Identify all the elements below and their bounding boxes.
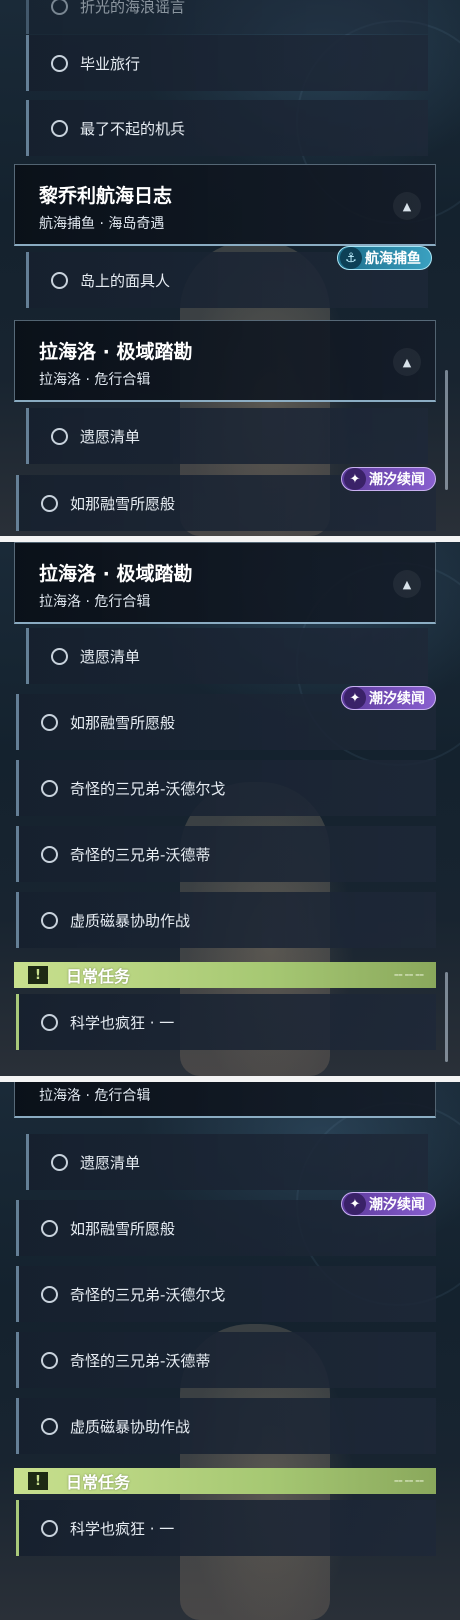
quest-item-label: 遗愿清单 xyxy=(80,647,141,666)
circle-icon xyxy=(51,271,68,289)
exclamation-icon: ! xyxy=(28,966,48,984)
quest-item[interactable]: 遗愿清单 xyxy=(26,628,428,684)
quest-group-subtitle: 拉海洛 · 危行合辑 xyxy=(39,1088,151,1104)
circle-icon xyxy=(41,1013,58,1031)
tide-badge: ✦ 潮汐续闻 xyxy=(341,1192,436,1216)
daily-quest-header[interactable]: ! 日常任务 ━━ ━━ ━━ xyxy=(14,962,436,988)
decorative-tag: ━━ ━━ ━━ xyxy=(394,971,424,979)
circle-icon xyxy=(51,427,68,445)
quest-item-label: 遗愿清单 xyxy=(80,427,141,446)
quest-group-header[interactable]: 拉海洛 · 极域踏勘 拉海洛 · 危行合辑 ▲ xyxy=(14,320,436,402)
quest-item[interactable]: 遗愿清单 xyxy=(26,1134,428,1190)
daily-quest-header[interactable]: ! 日常任务 ━━ ━━ ━━ xyxy=(14,1468,436,1494)
circle-icon xyxy=(51,54,68,72)
decorative-tag: ━━ ━━ ━━ xyxy=(394,1477,424,1485)
daily-quest-title: 日常任务 xyxy=(66,967,131,986)
scrollbar[interactable] xyxy=(445,370,448,490)
quest-group-title: 拉海洛 · 极域踏勘 xyxy=(39,563,193,585)
quest-group-header[interactable]: 拉海洛 · 极域踏勘 拉海洛 · 危行合辑 ▲ xyxy=(14,542,436,624)
circle-icon xyxy=(41,1417,58,1435)
quest-item[interactable]: 虚质磁暴协助作战 xyxy=(16,1398,436,1454)
tide-badge-label: 潮汐续闻 xyxy=(369,472,425,488)
scrollbar[interactable] xyxy=(445,972,448,1062)
quest-group-subtitle: 拉海洛 · 危行合辑 xyxy=(39,594,151,610)
quest-item-label: 虚质磁暴协助作战 xyxy=(70,1417,191,1436)
circle-icon xyxy=(51,119,68,137)
quest-item-label: 奇怪的三兄弟-沃德尔戈 xyxy=(70,779,226,798)
quest-item[interactable]: 毕业旅行 xyxy=(26,35,428,91)
quest-item-label: 如那融雪所愿般 xyxy=(70,494,176,513)
quest-item[interactable]: 奇怪的三兄弟-沃德尔戈 xyxy=(16,1266,436,1322)
quest-item-label: 虚质磁暴协助作战 xyxy=(70,911,191,930)
quest-item[interactable]: 最了不起的机兵 xyxy=(26,100,428,156)
circle-icon xyxy=(41,845,58,863)
quest-group-subtitle: 拉海洛 · 危行合辑 xyxy=(39,372,151,388)
quest-item[interactable]: 遗愿清单 xyxy=(26,408,428,464)
quest-group-header[interactable]: 拉海洛 · 危行合辑 ▲ xyxy=(14,1082,436,1118)
tide-badge: ✦ 潮汐续闻 xyxy=(341,686,436,710)
quest-item[interactable]: 科学也疯狂 · 一 xyxy=(16,994,436,1050)
tide-icon: ✦ xyxy=(344,1193,366,1215)
quest-item-label: 科学也疯狂 · 一 xyxy=(70,1013,175,1032)
quest-item[interactable]: 虚质磁暴协助作战 xyxy=(16,892,436,948)
fishing-badge-label: 航海捕鱼 xyxy=(365,251,421,267)
quest-item-label: 岛上的面具人 xyxy=(80,271,171,290)
chevron-up-icon[interactable]: ▲ xyxy=(393,348,421,376)
quest-panel-2: 拉海洛 · 极域踏勘 拉海洛 · 危行合辑 ▲ 遗愿清单 ✦ 潮汐续闻 如那融雪… xyxy=(0,542,460,1076)
quest-group-subtitle: 航海捕鱼 · 海岛奇遇 xyxy=(39,216,165,232)
quest-item[interactable]: 科学也疯狂 · 一 xyxy=(16,1500,436,1556)
quest-item-label: 最了不起的机兵 xyxy=(80,119,186,138)
quest-panel-1: 折光的海浪谣言 毕业旅行 最了不起的机兵 黎乔利航海日志 航海捕鱼 · 海岛奇遇… xyxy=(0,0,460,536)
circle-icon xyxy=(41,779,58,797)
chevron-up-icon[interactable]: ▲ xyxy=(393,570,421,598)
quest-item-label: 遗愿清单 xyxy=(80,1153,141,1172)
quest-group-title: 黎乔利航海日志 xyxy=(39,185,173,207)
tide-icon: ✦ xyxy=(344,468,366,490)
quest-item[interactable]: 奇怪的三兄弟-沃德蒂 xyxy=(16,826,436,882)
quest-item-label: 如那融雪所愿般 xyxy=(70,1219,176,1238)
circle-icon xyxy=(51,0,68,15)
chevron-up-icon[interactable]: ▲ xyxy=(393,192,421,220)
quest-item-label: 折光的海浪谣言 xyxy=(80,0,186,16)
divider xyxy=(0,1076,460,1082)
tide-badge-label: 潮汐续闻 xyxy=(369,1197,425,1213)
tide-icon: ✦ xyxy=(344,687,366,709)
quest-item-label: 科学也疯狂 · 一 xyxy=(70,1519,175,1538)
circle-icon xyxy=(51,647,68,665)
quest-item-label: 奇怪的三兄弟-沃德蒂 xyxy=(70,845,211,864)
fishing-badge: ⚓ 航海捕鱼 xyxy=(337,246,432,270)
exclamation-icon: ! xyxy=(28,1472,48,1490)
circle-icon xyxy=(41,1285,58,1303)
circle-icon xyxy=(51,1153,68,1171)
circle-icon xyxy=(41,713,58,731)
circle-icon xyxy=(41,911,58,929)
quest-item-label: 奇怪的三兄弟-沃德尔戈 xyxy=(70,1285,226,1304)
quest-item-label: 如那融雪所愿般 xyxy=(70,713,176,732)
quest-group-header[interactable]: 黎乔利航海日志 航海捕鱼 · 海岛奇遇 ▲ xyxy=(14,164,436,246)
fishing-icon: ⚓ xyxy=(340,247,362,269)
quest-panel-3: 拉海洛 · 危行合辑 ▲ 遗愿清单 ✦ 潮汐续闻 如那融雪所愿般 奇怪的三兄弟-… xyxy=(0,1082,460,1620)
tide-badge: ✦ 潮汐续闻 xyxy=(341,467,436,491)
divider xyxy=(0,536,460,542)
quest-item-label: 毕业旅行 xyxy=(80,54,141,73)
quest-item-label: 奇怪的三兄弟-沃德蒂 xyxy=(70,1351,211,1370)
circle-icon xyxy=(41,1219,58,1237)
daily-quest-title: 日常任务 xyxy=(66,1473,131,1492)
quest-item[interactable]: 奇怪的三兄弟-沃德尔戈 xyxy=(16,760,436,816)
quest-item[interactable]: 折光的海浪谣言 xyxy=(26,0,428,34)
circle-icon xyxy=(41,1519,58,1537)
quest-item[interactable]: 奇怪的三兄弟-沃德蒂 xyxy=(16,1332,436,1388)
circle-icon xyxy=(41,1351,58,1369)
tide-badge-label: 潮汐续闻 xyxy=(369,691,425,707)
quest-group-title: 拉海洛 · 极域踏勘 xyxy=(39,341,193,363)
circle-icon xyxy=(41,494,58,512)
